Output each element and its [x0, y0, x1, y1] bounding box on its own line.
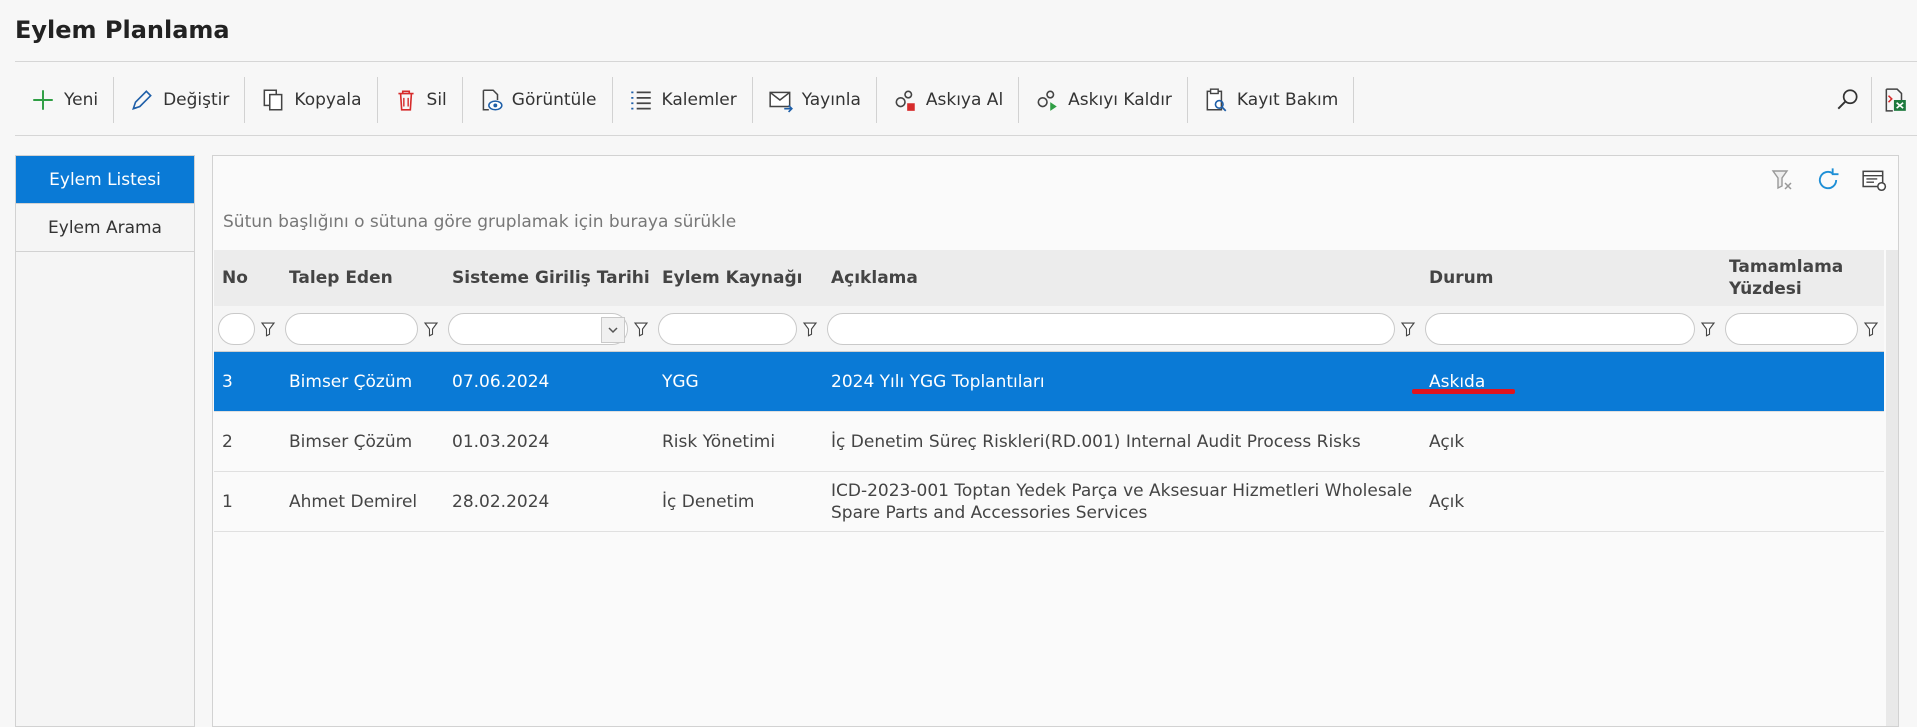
filter-input-completion[interactable] — [1725, 312, 1858, 345]
refresh-icon — [1818, 168, 1839, 190]
cell-entry-date: 07.06.2024 — [452, 371, 550, 392]
search-icon — [1837, 89, 1858, 110]
clipboard-search-icon — [1206, 88, 1227, 112]
cell-status: Açık — [1429, 491, 1465, 512]
edit-button-label: Değiştir — [163, 90, 230, 110]
record-maintenance-button-label: Kayıt Bakım — [1236, 90, 1339, 110]
gears-stop-icon — [895, 90, 915, 111]
column-header-status[interactable]: Durum — [1421, 267, 1721, 289]
table-row[interactable]: 2 Bimser Çözüm 01.03.2024 Risk Yönetimi … — [214, 412, 1884, 472]
filter-icon[interactable] — [1862, 320, 1880, 338]
grid-header: No Talep Eden Sisteme Giriliş Tarihi Eyl… — [214, 250, 1884, 306]
filter-icon[interactable] — [1699, 320, 1717, 338]
excel-export-button[interactable] — [1871, 77, 1917, 123]
search-button[interactable] — [1825, 77, 1871, 123]
title-divider — [15, 61, 1917, 62]
gears-play-icon — [1037, 90, 1057, 111]
delete-button[interactable]: Sil — [378, 77, 463, 123]
list-icon — [630, 91, 651, 110]
table-row[interactable]: 1 Ahmet Demirel 28.02.2024 İç Denetim IC… — [214, 472, 1884, 532]
sidebar-item-action-search[interactable]: Eylem Arama — [16, 204, 194, 252]
trash-icon — [397, 90, 414, 111]
column-header-no[interactable]: No — [214, 267, 281, 289]
table-row[interactable]: 3 Bimser Çözüm 07.06.2024 YGG 2024 Yılı … — [214, 352, 1884, 412]
grid-panel: Sütun başlığını o sütuna göre gruplamak … — [212, 155, 1899, 727]
copy-icon — [263, 89, 283, 111]
filter-input-source[interactable] — [658, 312, 797, 345]
cell-source: Risk Yönetimi — [662, 431, 776, 452]
suspend-button[interactable]: Askıya Al — [877, 77, 1020, 123]
copy-button[interactable]: Kopyala — [245, 77, 378, 123]
filter-icon[interactable] — [632, 320, 650, 338]
toolbar-divider — [15, 135, 1917, 136]
cell-requester: Bimser Çözüm — [289, 371, 413, 392]
excel-export-icon — [1885, 88, 1906, 112]
filter-icon[interactable] — [422, 320, 440, 338]
refresh-button[interactable] — [1812, 164, 1844, 196]
page-title: Eylem Planlama — [15, 16, 230, 44]
column-header-requester[interactable]: Talep Eden — [281, 267, 444, 289]
grid-settings-icon — [1862, 170, 1887, 192]
toolbar: Yeni Değiştir Kopyala Sil Görüntüle Kale… — [15, 70, 1917, 130]
column-header-source[interactable]: Eylem Kaynağı — [654, 267, 823, 289]
cell-entry-date: 28.02.2024 — [452, 491, 550, 512]
status-highlight-underline — [1412, 389, 1515, 394]
grid-settings-button[interactable] — [1858, 164, 1890, 196]
cell-entry-date: 01.03.2024 — [452, 431, 550, 452]
cell-no: 3 — [222, 371, 233, 392]
sidebar-item-action-list[interactable]: Eylem Listesi — [16, 156, 194, 204]
view-button[interactable]: Görüntüle — [463, 77, 613, 123]
new-button-label: Yeni — [64, 90, 99, 110]
unsuspend-button[interactable]: Askıyı Kaldır — [1019, 77, 1188, 123]
cell-source: YGG — [662, 371, 699, 392]
filter-input-requester[interactable] — [285, 312, 418, 345]
filter-row — [214, 306, 1884, 352]
plus-icon — [33, 90, 53, 110]
filter-input-no[interactable] — [218, 312, 255, 345]
cell-description: 2024 Yılı YGG Toplantıları — [831, 371, 1045, 392]
eye-document-icon — [482, 89, 503, 111]
cell-description: ICD-2023-001 Toptan Yedek Parça ve Akses… — [831, 480, 1413, 523]
pencil-icon — [132, 90, 152, 110]
items-button-label: Kalemler — [661, 90, 737, 110]
cell-status: Açık — [1429, 431, 1465, 452]
filter-icon[interactable] — [801, 320, 819, 338]
clear-filter-icon — [1771, 170, 1792, 190]
vertical-scrollbar[interactable] — [1886, 250, 1898, 726]
cell-requester: Bimser Çözüm — [289, 431, 413, 452]
copy-button-label: Kopyala — [294, 90, 362, 110]
cell-description: İç Denetim Süreç Riskleri(RD.001) Intern… — [831, 431, 1361, 452]
edit-button[interactable]: Değiştir — [114, 77, 246, 123]
sidebar: Eylem Listesi Eylem Arama — [15, 155, 195, 727]
data-grid: No Talep Eden Sisteme Giriliş Tarihi Eyl… — [214, 250, 1884, 532]
cell-no: 2 — [222, 431, 233, 452]
items-button[interactable]: Kalemler — [613, 77, 753, 123]
view-button-label: Görüntüle — [511, 90, 597, 110]
filter-input-status[interactable] — [1425, 312, 1695, 345]
clear-filter-button[interactable] — [1766, 164, 1798, 196]
delete-button-label: Sil — [426, 90, 447, 110]
unsuspend-button-label: Askıyı Kaldır — [1068, 90, 1172, 110]
filter-date-select[interactable] — [448, 312, 628, 345]
column-header-description[interactable]: Açıklama — [823, 267, 1421, 289]
record-maintenance-button[interactable]: Kayıt Bakım — [1188, 77, 1355, 123]
publish-button[interactable]: Yayınla — [753, 77, 877, 123]
cell-source: İç Denetim — [662, 491, 755, 512]
cell-requester: Ahmet Demirel — [289, 491, 418, 512]
column-header-completion[interactable]: Tamamlama Yüzdesi — [1721, 256, 1884, 300]
new-button[interactable]: Yeni — [15, 77, 115, 123]
filter-input-description[interactable] — [827, 312, 1395, 345]
group-by-hint[interactable]: Sütun başlığını o sütuna göre gruplamak … — [223, 212, 736, 232]
mail-send-icon — [769, 91, 793, 113]
publish-button-label: Yayınla — [801, 90, 861, 110]
chevron-down-icon[interactable] — [601, 316, 625, 343]
filter-icon[interactable] — [1399, 320, 1417, 338]
suspend-button-label: Askıya Al — [925, 90, 1004, 110]
cell-no: 1 — [222, 491, 233, 512]
column-header-entry-date[interactable]: Sisteme Giriliş Tarihi — [444, 267, 654, 289]
filter-icon[interactable] — [259, 320, 277, 338]
